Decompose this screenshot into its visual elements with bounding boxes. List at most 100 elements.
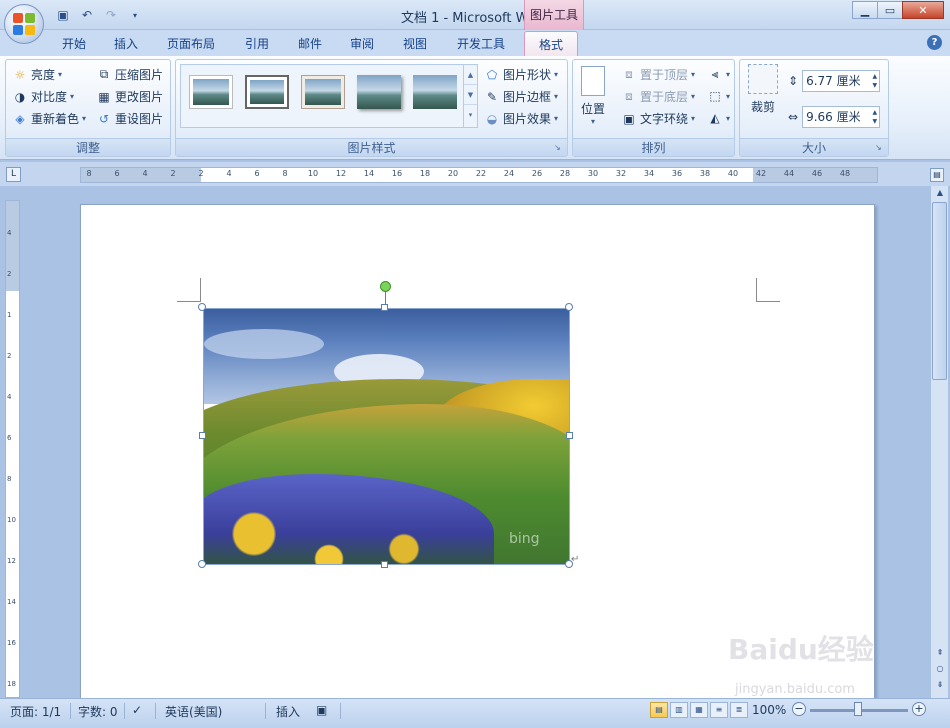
ruler-tick-label: 6 [114, 169, 120, 178]
horizontal-ruler[interactable]: 8 6 4 2 2 4 6 8 10 12 14 16 18 20 22 24 26 28 30 32 34 36 38 40… [80, 167, 878, 183]
brightness-button[interactable]: ☼ 亮度 ▾ [12, 66, 62, 83]
insert-mode[interactable]: 插入 [276, 703, 300, 720]
width-input[interactable]: 9.66 厘米 ▲ ▼ [802, 106, 881, 128]
tab-selector-icon[interactable]: L [6, 167, 21, 182]
scrollbar-thumb[interactable] [932, 202, 947, 380]
tab-home[interactable]: 开始 [62, 35, 86, 52]
resize-handle-sw[interactable] [198, 560, 206, 568]
prev-page-icon[interactable]: ⇞ [933, 648, 947, 660]
language-indicator[interactable]: 英语(美国) [165, 703, 222, 720]
send-to-back-button[interactable]: ⧈ 置于底层 ▾ [621, 88, 695, 105]
resize-handle-n[interactable] [381, 304, 388, 311]
zoom-level[interactable]: 100% [752, 703, 786, 717]
bring-to-front-button[interactable]: ⧈ 置于顶层 ▾ [621, 66, 695, 83]
zoom-out-icon[interactable]: − [792, 702, 806, 716]
macro-record-icon[interactable]: ▣ [316, 703, 327, 717]
draft-icon[interactable]: ≣ [730, 702, 748, 718]
baidu-watermark-logo: Baidu经验 [728, 633, 874, 666]
ruler-tick-label: 14 [363, 169, 375, 178]
view-ruler-icon[interactable]: ▤ [930, 168, 944, 182]
tab-review[interactable]: 审阅 [350, 35, 374, 52]
minimize-button[interactable]: ▁ [852, 1, 878, 19]
rotation-handle[interactable] [380, 281, 391, 292]
page-count[interactable]: 页面: 1/1 [10, 703, 61, 720]
web-layout-icon[interactable]: ▦ [690, 702, 708, 718]
tab-insert[interactable]: 插入 [114, 35, 138, 52]
ruler-tick-label: 46 [811, 169, 823, 178]
next-page-icon[interactable]: ⇟ [933, 680, 947, 692]
align-button[interactable]: ⫷ ▾ [707, 66, 730, 82]
vruler-tick-label: 6 [7, 434, 12, 442]
vruler-tick-label: 12 [7, 557, 16, 565]
vertical-scrollbar[interactable]: ▲ ⇞ ○ ⇟ [930, 186, 948, 698]
group-icon: ⬚ [709, 89, 721, 103]
gallery-up-icon[interactable]: ▲ [464, 65, 477, 85]
print-layout-icon[interactable]: ▤ [650, 702, 668, 718]
height-input[interactable]: 6.77 厘米 ▲ ▼ [802, 70, 881, 92]
resize-handle-w[interactable] [199, 432, 206, 439]
width-spinner-icon[interactable]: ▲ ▼ [872, 108, 877, 126]
adjust-group: ☼ 亮度 ▾ ◑ 对比度 ▾ ◈ 重新着色 ▾ ⧉ 压缩图片 ▦ 更改图片 ↺ 重设图… [5, 59, 171, 157]
picture-style-1[interactable] [189, 75, 233, 109]
margin-corner-top-left [177, 278, 201, 302]
vruler-tick-label: 1 [7, 311, 12, 319]
gallery-down-icon[interactable]: ▼ [464, 85, 477, 105]
tab-format[interactable]: 格式 [524, 31, 579, 57]
ruler-tick-label: 22 [475, 169, 487, 178]
scroll-up-icon[interactable]: ▲ [933, 188, 947, 200]
document-page[interactable]: bing ↵ [80, 204, 875, 698]
picture-effects-button[interactable]: ◒ 图片效果 ▾ [484, 110, 558, 127]
proofing-icon[interactable]: ✓ [132, 703, 142, 717]
picture-style-3[interactable] [301, 75, 345, 109]
tab-view[interactable]: 视图 [403, 35, 427, 52]
help-icon[interactable]: ? [927, 35, 942, 50]
resize-handle-nw[interactable] [198, 303, 206, 311]
gallery-more-icon[interactable]: ▾ [464, 105, 477, 125]
word-count[interactable]: 字数: 0 [78, 703, 118, 720]
zoom-in-icon[interactable]: + [912, 702, 926, 716]
office-button[interactable] [4, 4, 44, 44]
tab-references[interactable]: 引用 [245, 35, 269, 52]
picture-shape-button[interactable]: ⬠ 图片形状 ▾ [484, 66, 558, 83]
browse-object-icon[interactable]: ○ [933, 664, 947, 676]
maximize-button[interactable]: ▭ [877, 1, 903, 19]
contrast-icon: ◑ [14, 89, 26, 104]
zoom-slider-knob[interactable] [854, 702, 862, 716]
picture-styles-launcher-icon[interactable]: ↘ [554, 143, 564, 153]
change-picture-button[interactable]: ▦ 更改图片 [96, 88, 163, 105]
gallery-scroll[interactable]: ▲ ▼ ▾ [463, 65, 477, 127]
ruler-row: L 8 6 4 2 2 4 6 8 10 12 14 16 18 20 22 24 26 28 30 32 34 36 38… [0, 162, 950, 186]
resize-handle-ne[interactable] [565, 303, 573, 311]
ruler-tick-label: 28 [559, 169, 571, 178]
tab-developer[interactable]: 开发工具 [457, 35, 505, 52]
vertical-ruler[interactable]: 4 2 1 2 4 6 8 10 12 14 16 18 [5, 200, 20, 698]
close-button[interactable]: ✕ [902, 1, 944, 19]
size-group: 裁剪 ⇕ 6.77 厘米 ▲ ▼ ⇔ 9.66 厘米 ▲ ▼ 大小 ↘ [739, 59, 889, 157]
outline-icon[interactable]: ≡ [710, 702, 728, 718]
reset-picture-button[interactable]: ↺ 重设图片 [96, 110, 163, 127]
picture-style-2[interactable] [245, 75, 289, 109]
tab-page-layout[interactable]: 页面布局 [167, 35, 215, 52]
position-button[interactable]: 位置 ▾ [581, 66, 605, 126]
text-wrap-button[interactable]: ▣ 文字环绕 ▾ [621, 110, 695, 127]
tab-mailings[interactable]: 邮件 [298, 35, 322, 52]
crop-button[interactable]: 裁剪 [748, 64, 778, 115]
resize-handle-e[interactable] [566, 432, 573, 439]
height-spinner-icon[interactable]: ▲ ▼ [872, 72, 877, 90]
picture-border-button[interactable]: ✎ 图片边框 ▾ [484, 88, 558, 105]
size-launcher-icon[interactable]: ↘ [875, 143, 885, 153]
rotate-button[interactable]: ◭ ▾ [707, 110, 730, 126]
recolor-button[interactable]: ◈ 重新着色 ▾ [12, 110, 86, 127]
ruler-tick-label: 8 [282, 169, 288, 178]
contrast-button[interactable]: ◑ 对比度 ▾ [12, 88, 74, 105]
picture-style-4[interactable] [357, 75, 401, 109]
compress-pictures-button[interactable]: ⧉ 压缩图片 [96, 66, 163, 83]
group-button[interactable]: ⬚ ▾ [707, 88, 730, 104]
ruler-tick-label: 2 [170, 169, 176, 178]
full-screen-reading-icon[interactable]: ▥ [670, 702, 688, 718]
baidu-watermark-url: jingyan.baidu.com [735, 682, 855, 697]
picture-style-5[interactable] [413, 75, 457, 109]
resize-handle-s[interactable] [381, 561, 388, 568]
ruler-tick-label: 38 [699, 169, 711, 178]
ribbon-tabs: 开始 插入 页面布局 引用 邮件 审阅 视图 开发工具 格式 ? [0, 30, 950, 57]
